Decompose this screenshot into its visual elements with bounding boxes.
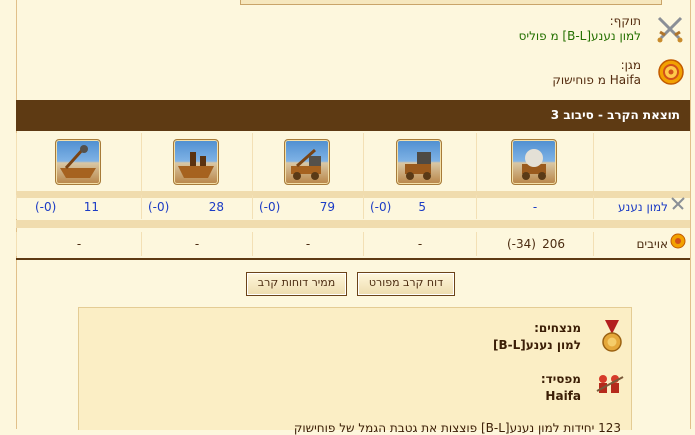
unit-count: 206 xyxy=(542,237,565,251)
ram-unit-icon xyxy=(511,139,557,185)
unit-cell xyxy=(252,133,363,191)
attacker-units-row: למון נענע - 5 (0-) 79 (0-) 28 (0-) 11 (0… xyxy=(16,195,690,219)
mortar-unit-icon xyxy=(396,139,442,185)
attacker-cell-2: 5 (0-) xyxy=(363,195,476,219)
defender-cell-1: 206 (34-) xyxy=(476,232,593,256)
fallen-soldiers-icon xyxy=(596,371,625,405)
unit-cell xyxy=(476,133,593,191)
defender-row-name: אויבים xyxy=(593,232,690,256)
report-converter-button[interactable]: ממיר דוחות קרב xyxy=(246,272,347,296)
catapult-unit-icon xyxy=(284,139,330,185)
attacker-cell-5: 11 (0-) xyxy=(16,195,141,219)
defender-row-label: אויבים xyxy=(636,237,668,251)
catapult-ship-unit-icon xyxy=(55,139,101,185)
unit-count: - xyxy=(305,237,311,251)
unit-label-cell xyxy=(593,133,690,191)
loser-label: מפסיד: xyxy=(540,372,581,386)
winners-block: מנצחים: למון נענע[B-L] xyxy=(325,320,625,354)
defender-cell-2: - xyxy=(363,232,476,256)
unit-cell xyxy=(363,133,476,191)
defender-label: מגן: xyxy=(620,58,641,72)
attacker-cell-1: - xyxy=(476,195,593,219)
unit-count: - xyxy=(194,237,200,251)
orange-shield-small-icon xyxy=(668,233,686,257)
attacker-row-label[interactable]: למון נענע xyxy=(618,200,668,214)
steam-ship-unit-icon xyxy=(173,139,219,185)
table-bottom-rule xyxy=(16,258,690,260)
attacker-info: תוקף: למון נענע[B-L] מ פוליס xyxy=(385,14,685,44)
unit-count: - xyxy=(76,237,82,251)
row-divider xyxy=(16,220,690,228)
crossed-swords-icon xyxy=(657,14,685,43)
unit-loss: (0-) xyxy=(259,200,281,214)
loser-block: מפסיד: Haifa xyxy=(325,371,625,405)
attacker-name[interactable]: למון נענע[B-L] מ פוליס xyxy=(385,29,641,44)
top-tab-edge xyxy=(240,0,662,5)
unit-loss: (0-) xyxy=(148,200,170,214)
result-summary-text: 123 יחידות למון נענע[B-L] פוצצות את גטבת… xyxy=(293,421,621,435)
unit-count: 28 xyxy=(208,200,224,214)
units-row xyxy=(16,133,690,191)
loser-name: Haifa xyxy=(545,389,581,403)
orange-shield-icon xyxy=(657,58,685,86)
unit-count: 11 xyxy=(83,200,99,214)
defender-info: מגן: Haifa מ פוחישוק xyxy=(385,58,685,88)
attacker-label: תוקף: xyxy=(609,14,641,28)
unit-count: 5 xyxy=(418,200,426,214)
unit-cell xyxy=(141,133,252,191)
unit-loss: (34-) xyxy=(507,237,536,251)
crossed-swords-small-icon xyxy=(668,196,686,220)
unit-loss: (0-) xyxy=(370,200,392,214)
defender-name[interactable]: Haifa מ פוחישוק xyxy=(385,73,641,88)
winners-name: למון נענע[B-L] xyxy=(493,338,581,352)
winners-label: מנצחים: xyxy=(534,321,581,335)
attacker-cell-3: 79 (0-) xyxy=(252,195,363,219)
battle-round-header: תוצאת הקרב - סיבוב 3 xyxy=(16,100,690,131)
defender-cell-4: - xyxy=(141,232,252,256)
defender-cell-5: - xyxy=(16,232,141,256)
unit-count: - xyxy=(417,237,423,251)
unit-count: 79 xyxy=(319,200,335,214)
defender-cell-3: - xyxy=(252,232,363,256)
attacker-row-name[interactable]: למון נענע xyxy=(593,195,690,219)
unit-count: - xyxy=(532,200,538,214)
medal-icon xyxy=(599,320,625,354)
defender-units-row: אויבים 206 (34-) - - - - xyxy=(16,232,690,256)
attacker-cell-4: 28 (0-) xyxy=(141,195,252,219)
detailed-report-button[interactable]: דוח קרב מפורט xyxy=(357,272,455,296)
unit-cell xyxy=(16,133,141,191)
battle-result-box: מנצחים: למון נענע[B-L] מפסיד: Haifa 123 … xyxy=(78,307,632,435)
unit-loss: (0-) xyxy=(35,200,57,214)
